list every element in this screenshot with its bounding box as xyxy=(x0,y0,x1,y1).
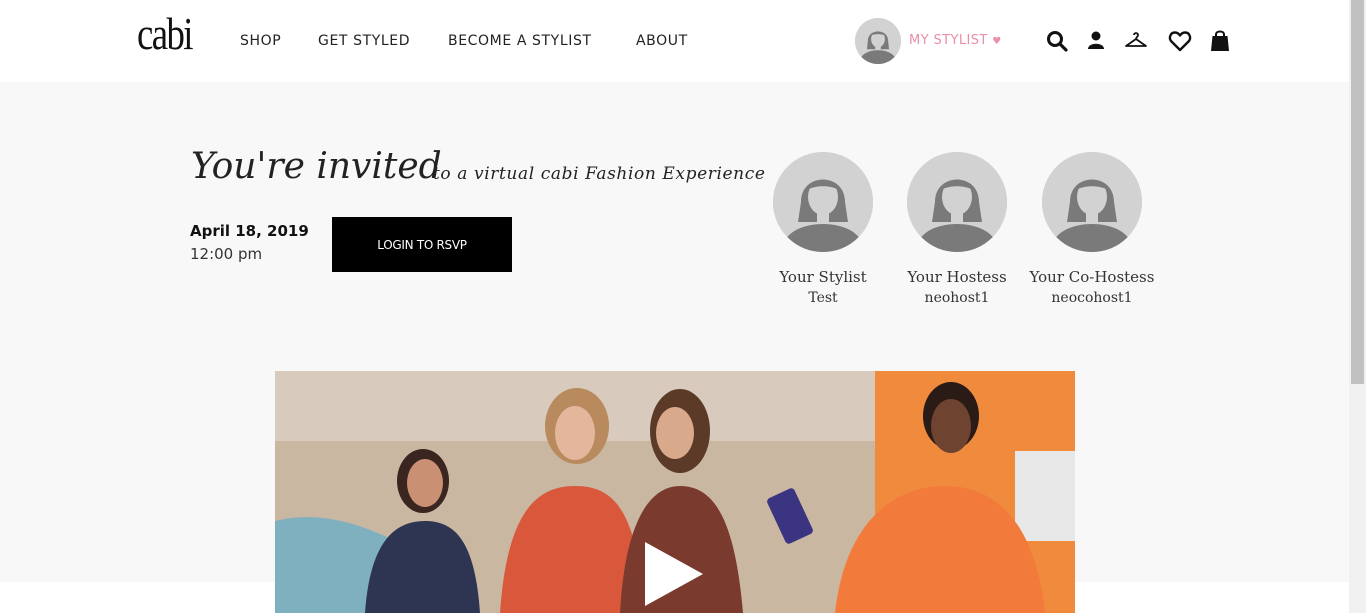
co-hostess-photo xyxy=(1042,152,1142,252)
event-time: 12:00 pm xyxy=(190,245,263,263)
page-scrollbar[interactable] xyxy=(1349,0,1366,613)
shopping-bag-icon[interactable] xyxy=(1208,29,1232,53)
nav-about[interactable]: ABOUT xyxy=(636,31,688,51)
stylist-name: Test xyxy=(808,290,838,306)
nav-become-a-stylist[interactable]: BECOME A STYLIST xyxy=(448,31,592,51)
scrollbar-thumb[interactable] xyxy=(1351,0,1364,384)
hostess-name: neohost1 xyxy=(924,290,990,306)
cabi-logo[interactable]: cabi xyxy=(137,8,193,60)
person-silhouette-icon xyxy=(1042,152,1142,252)
fashion-video-player[interactable] xyxy=(275,371,1075,613)
invitation-title: You're invited xyxy=(191,146,442,187)
co-hostess-role: Your Co-Hostess xyxy=(1029,268,1155,286)
login-to-rsvp-button[interactable]: LOGIN TO RSVP xyxy=(332,217,512,272)
person-silhouette-icon xyxy=(907,152,1007,252)
nav-get-styled[interactable]: GET STYLED xyxy=(318,31,410,51)
heart-small-icon: ♥ xyxy=(992,36,1002,47)
nav-shop[interactable]: SHOP xyxy=(240,31,281,51)
search-icon[interactable] xyxy=(1045,29,1069,53)
event-date: April 18, 2019 xyxy=(190,222,309,240)
play-icon[interactable] xyxy=(641,538,707,610)
invitation-subtitle: to a virtual cabi Fashion Experience xyxy=(433,164,766,184)
stylist-role: Your Stylist xyxy=(779,268,867,286)
stylist-photo xyxy=(773,152,873,252)
hostess-photo xyxy=(907,152,1007,252)
co-hostess-name: neocohost1 xyxy=(1051,290,1133,306)
account-icon[interactable] xyxy=(1084,29,1108,53)
my-stylist-dropdown[interactable]: MY STYLIST ♥ xyxy=(909,33,1002,48)
my-stylist-label: MY STYLIST xyxy=(909,33,988,48)
heart-icon[interactable] xyxy=(1168,29,1192,53)
stylist-avatar[interactable] xyxy=(855,18,901,64)
hostess-role: Your Hostess xyxy=(907,268,1007,286)
person-silhouette-icon xyxy=(855,18,901,64)
site-header: cabi SHOP GET STYLED BECOME A STYLIST AB… xyxy=(0,0,1349,82)
person-silhouette-icon xyxy=(773,152,873,252)
hanger-icon[interactable] xyxy=(1124,29,1148,53)
